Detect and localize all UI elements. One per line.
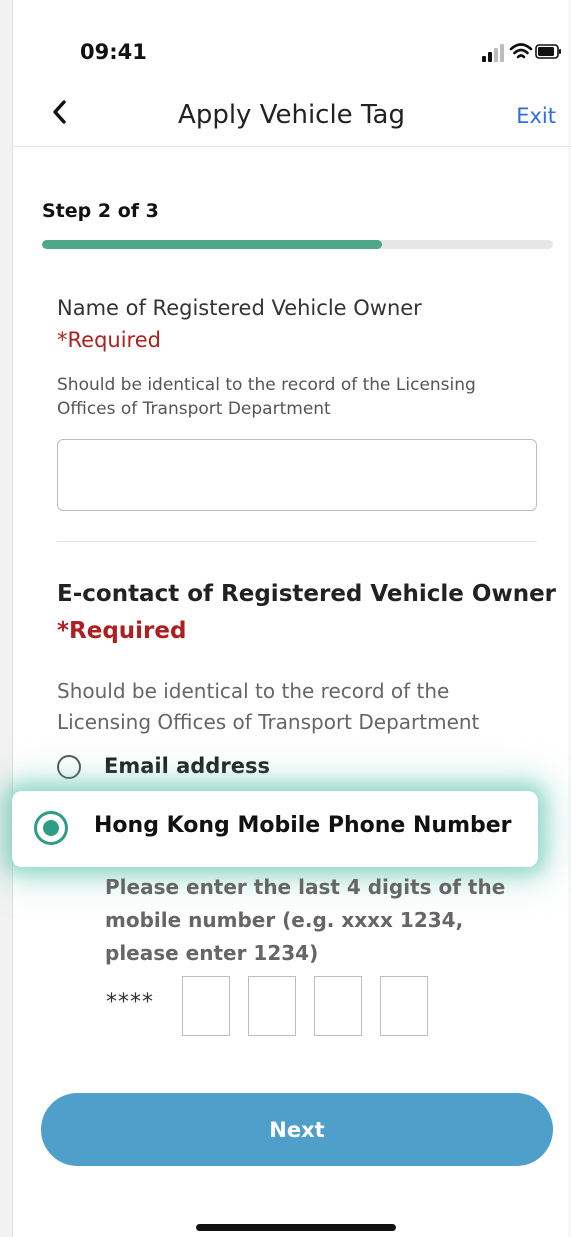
econtact-required: *Required — [57, 618, 187, 644]
section-divider — [57, 541, 537, 542]
app-screen: 09:41 Apply Vehicle Tag Exit Step 2 of 3… — [0, 0, 571, 1237]
owner-name-required: *Required — [57, 328, 161, 352]
mobile-radio[interactable] — [34, 811, 68, 845]
cellular-signal-icon — [482, 44, 504, 62]
mobile-radio-label[interactable]: Hong Kong Mobile Phone Number — [94, 813, 512, 838]
status-icons — [482, 43, 561, 62]
mobile-mask: **** — [106, 990, 154, 1015]
owner-name-label-text: Name of Registered Vehicle Owner — [57, 296, 422, 320]
email-radio[interactable] — [57, 755, 81, 779]
step-label: Step 2 of 3 — [42, 200, 159, 222]
next-button[interactable]: Next — [41, 1093, 553, 1166]
progress-fill — [42, 240, 382, 249]
home-indicator — [196, 1224, 396, 1231]
digit-input-4[interactable] — [380, 976, 428, 1036]
owner-name-label: Name of Registered Vehicle Owner *Requir… — [57, 296, 422, 360]
digit-input-3[interactable] — [314, 976, 362, 1036]
status-time: 09:41 — [80, 40, 147, 64]
owner-name-input[interactable] — [57, 439, 537, 511]
exit-link[interactable]: Exit — [516, 104, 556, 128]
econtact-help: Should be identical to the record of the… — [57, 679, 480, 734]
mobile-help: Please enter the last 4 digits of the mo… — [105, 875, 506, 965]
digit-input-1[interactable] — [182, 976, 230, 1036]
navigation-bar: Apply Vehicle Tag Exit — [12, 80, 571, 147]
owner-name-help: Should be identical to the record of the… — [57, 375, 476, 419]
econtact-heading-text: E-contact of Registered Vehicle Owner — [57, 581, 557, 607]
page-title: Apply Vehicle Tag — [178, 100, 405, 130]
digit-input-2[interactable] — [248, 976, 296, 1036]
email-radio-label[interactable]: Email address — [104, 754, 270, 778]
wifi-icon — [509, 43, 533, 59]
status-bar: 09:41 — [12, 0, 571, 80]
mobile-option-card[interactable]: Hong Kong Mobile Phone Number — [12, 791, 538, 867]
econtact-heading: E-contact of Registered Vehicle Owner *R… — [57, 576, 571, 650]
left-edge — [0, 0, 13, 1237]
progress-bar — [42, 240, 553, 249]
battery-icon — [535, 44, 561, 59]
